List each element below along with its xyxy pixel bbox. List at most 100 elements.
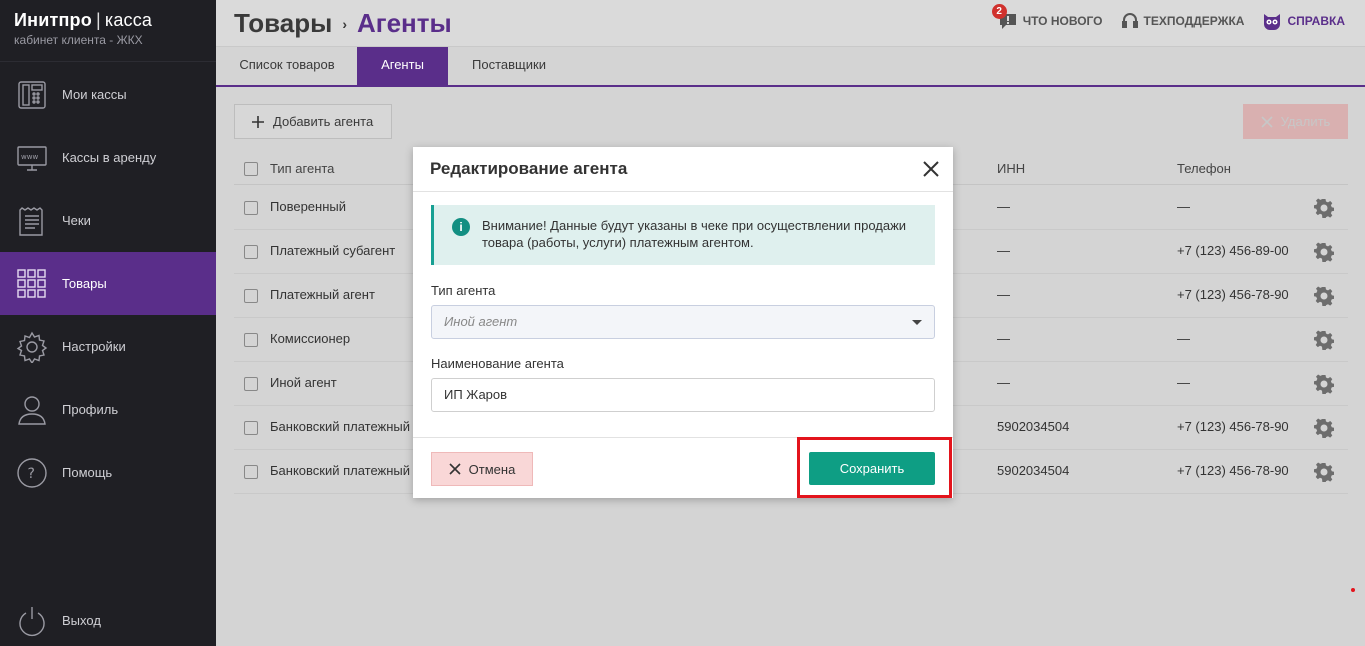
breadcrumb-parent[interactable]: Товары (234, 8, 332, 39)
cell-inn: — (997, 243, 1010, 258)
cell-phone: — (1177, 331, 1190, 346)
cell-type: Банковский платежный (270, 463, 411, 478)
receipt-icon (19, 206, 43, 236)
sidebar-item-profile[interactable]: Профиль (0, 378, 216, 441)
column-phone[interactable]: Телефон (1177, 161, 1231, 176)
cell-phone: — (1177, 375, 1190, 390)
tab-agents[interactable]: Агенты (357, 47, 448, 85)
whats-new-link[interactable]: 2 ЧТО НОВОГО (991, 4, 1103, 30)
select-all-checkbox[interactable] (244, 162, 258, 176)
gear-icon[interactable] (1314, 374, 1334, 394)
tab-goods-list[interactable]: Список товаров (224, 47, 350, 85)
header-links: 2 ЧТО НОВОГО ТЕХПОДДЕРЖКА СПРАВКА (991, 4, 1345, 30)
plus-icon (252, 115, 264, 128)
save-highlight-frame (797, 437, 952, 498)
info-alert: i Внимание! Данные будут указаны в чеке … (431, 205, 935, 265)
sidebar-item-label: Мои кассы (62, 87, 127, 102)
support-link[interactable]: ТЕХПОДДЕРЖКА (1121, 12, 1245, 30)
row-checkbox[interactable] (244, 333, 258, 347)
cell-phone: +7 (123) 456-89-00 (1177, 243, 1289, 258)
sidebar-item-settings[interactable]: Настройки (0, 315, 216, 378)
row-checkbox[interactable] (244, 289, 258, 303)
help-label: СПРАВКА (1287, 14, 1345, 28)
grid-icon (17, 268, 46, 298)
agent-type-select[interactable]: Иной агент (431, 305, 935, 339)
row-checkbox[interactable] (244, 377, 258, 391)
delete-button[interactable]: Удалить (1243, 104, 1348, 139)
sidebar-item-rent[interactable]: www Кассы в аренду (0, 126, 216, 189)
gear-icon[interactable] (1314, 330, 1334, 350)
cancel-label: Отмена (468, 461, 516, 477)
sidebar-item-my-kassas[interactable]: Мои кассы (0, 63, 216, 126)
sidebar-item-label: Профиль (62, 402, 119, 417)
cell-phone: +7 (123) 456-78-90 (1177, 287, 1289, 302)
brand-name: Инитпро (14, 10, 92, 30)
cell-phone: — (1177, 199, 1190, 214)
gear-icon[interactable] (1314, 462, 1334, 482)
row-checkbox[interactable] (244, 201, 258, 215)
breadcrumb: Товары › Агенты (234, 8, 452, 39)
cell-type: Платежный субагент (270, 243, 396, 258)
gear-icon (16, 331, 48, 363)
agent-name-label: Наименование агента (431, 356, 564, 371)
sidebar-item-help[interactable]: ? Помощь (0, 441, 216, 504)
chevron-down-icon (912, 320, 922, 325)
cell-inn: 5902034504 (997, 419, 1070, 434)
sidebar-item-label: Помощь (62, 465, 113, 480)
alert-text-line2: товара (работы, услуги) платежным агенто… (482, 235, 754, 250)
cell-inn: — (997, 199, 1010, 214)
sidebar-item-label: Настройки (62, 339, 126, 354)
brand: Инитпро | касса кабинет клиента - ЖКХ (0, 0, 216, 62)
gear-icon[interactable] (1314, 198, 1334, 218)
cell-inn: — (997, 375, 1010, 390)
help-icon: ? (17, 457, 47, 488)
row-checkbox[interactable] (244, 245, 258, 259)
agent-type-label: Тип агента (431, 283, 496, 298)
sidebar-item-goods[interactable]: Товары (0, 252, 216, 315)
delete-label: Удалить (1280, 114, 1331, 129)
cancel-button[interactable]: Отмена (431, 452, 533, 486)
tab-suppliers[interactable]: Поставщики (456, 47, 562, 85)
brand-subtitle: кабинет клиента - ЖКХ (14, 33, 143, 47)
add-agent-button[interactable]: Добавить агента (234, 104, 392, 139)
cell-type: Поверенный (270, 199, 346, 214)
support-label: ТЕХПОДДЕРЖКА (1143, 14, 1245, 28)
breadcrumb-arrow: › (342, 15, 347, 32)
brand-product: касса (104, 10, 153, 30)
gear-icon[interactable] (1314, 242, 1334, 262)
sidebar-item-label: Кассы в аренду (62, 150, 157, 165)
sidebar: Инитпро | касса кабинет клиента - ЖКХ Мои … (0, 0, 216, 646)
sidebar-item-label: Товары (62, 276, 107, 291)
info-icon: i (452, 218, 470, 236)
sidebar-item-label: Чеки (62, 213, 91, 228)
sidebar-item-logout[interactable]: Выход (0, 589, 216, 646)
www-monitor-icon: www (17, 145, 47, 171)
brand-separator: | (95, 10, 101, 30)
sidebar-item-label: Выход (62, 613, 101, 628)
cell-inn: — (997, 287, 1010, 302)
brand-logo[interactable]: Инитпро | касса (14, 10, 202, 31)
column-inn[interactable]: ИНН (997, 161, 1025, 176)
row-checkbox[interactable] (244, 421, 258, 435)
cash-register-icon (18, 80, 46, 109)
page-header: Товары › Агенты 2 ЧТО НОВОГО ТЕХПОДДЕРЖК… (216, 0, 1365, 47)
help-link[interactable]: СПРАВКА (1262, 12, 1345, 30)
agent-type-value: Иной агент (444, 314, 518, 329)
cell-phone: +7 (123) 456-78-90 (1177, 463, 1289, 478)
power-icon (19, 606, 45, 636)
marker-dot (1351, 588, 1355, 592)
gear-icon[interactable] (1314, 418, 1334, 438)
column-type[interactable]: Тип агента (270, 161, 334, 176)
sidebar-item-receipts[interactable]: Чеки (0, 189, 216, 252)
add-agent-label: Добавить агента (273, 114, 374, 129)
alert-text-line1: Внимание! Данные будут указаны в чеке пр… (482, 218, 907, 233)
svg-text:?: ? (28, 466, 35, 482)
cell-inn: — (997, 331, 1010, 346)
close-icon[interactable] (922, 160, 940, 178)
agent-name-input[interactable]: ИП Жаров (431, 378, 935, 412)
row-checkbox[interactable] (244, 465, 258, 479)
cell-type: Комиссионер (270, 331, 351, 346)
page-title: Агенты (356, 8, 452, 38)
gear-icon[interactable] (1314, 286, 1334, 306)
owl-icon (1264, 14, 1281, 30)
